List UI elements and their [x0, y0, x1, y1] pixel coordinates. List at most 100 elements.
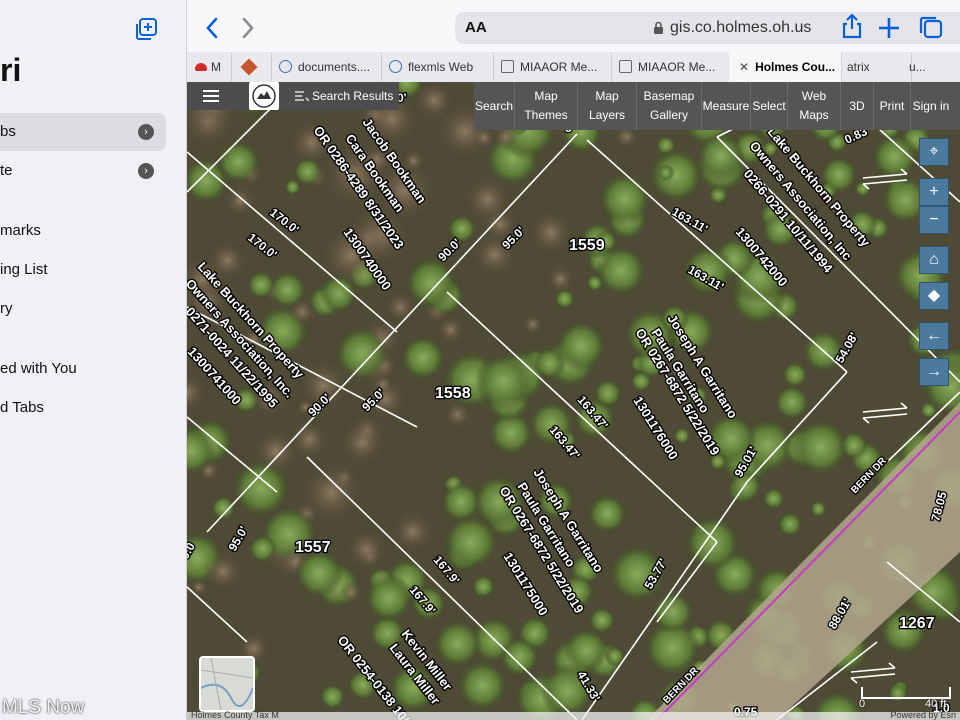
- share-icon[interactable]: [838, 12, 866, 40]
- parcel-number: 1557: [295, 539, 331, 556]
- tree-crown: [810, 500, 827, 517]
- print-button[interactable]: Print: [874, 82, 911, 130]
- tree-crown: [246, 270, 276, 300]
- sidebar-item-private[interactable]: te ›: [0, 152, 166, 190]
- sidebar-item-shared-with-you[interactable]: ed with You: [0, 350, 166, 388]
- sidebar-item-bookmarks[interactable]: marks: [0, 212, 166, 250]
- map-layers-button[interactable]: Map Layers: [578, 82, 637, 130]
- tree-crown: [216, 139, 261, 184]
- tree-crown: [456, 659, 509, 712]
- tree-crown: [444, 401, 471, 428]
- globe-icon: [279, 60, 292, 73]
- tree-crown: [400, 335, 446, 381]
- chevron-right-icon[interactable]: ›: [138, 124, 154, 140]
- sidebar-item-label: ed with You: [0, 360, 77, 377]
- tree-crown: [593, 379, 623, 408]
- back-icon[interactable]: [199, 14, 227, 42]
- tab-item[interactable]: MIAAOR Me...: [493, 52, 612, 82]
- tree-crown: [442, 514, 499, 571]
- gis-toolbar: Search Results Search Map Themes Map Lay…: [187, 82, 960, 130]
- sign-in-button[interactable]: Sign in: [911, 82, 951, 130]
- tree-crown: [248, 534, 277, 563]
- tree-crown: [319, 683, 346, 710]
- search-results-button[interactable]: Search Results: [312, 89, 393, 103]
- tab-item-active[interactable]: ✕ Holmes Cou...: [729, 52, 842, 82]
- select-button[interactable]: Select: [751, 82, 788, 130]
- text-size-button[interactable]: AA: [465, 19, 487, 36]
- map-themes-button[interactable]: Map Themes: [515, 82, 578, 130]
- previous-extent-button[interactable]: ←: [919, 322, 949, 350]
- tree-crown: [522, 314, 543, 335]
- home-icon[interactable]: ⌂: [919, 246, 949, 274]
- tab-item[interactable]: flexmls Web: [381, 52, 494, 82]
- sidebar-item-reading-list[interactable]: ing List: [0, 251, 166, 289]
- tree-crown: [404, 256, 458, 309]
- basemap-gallery-button[interactable]: Basemap Gallery: [637, 82, 702, 130]
- aerial-map-canvas[interactable]: Jacob BookmanCara BookmanOR 0286-4289 8/…: [187, 82, 960, 720]
- chevron-right-icon[interactable]: ›: [138, 163, 154, 179]
- search-button[interactable]: Search: [474, 82, 515, 130]
- compass-icon[interactable]: ◆: [919, 282, 949, 310]
- tab-item[interactable]: documents....: [271, 52, 382, 82]
- tree-crown: [762, 487, 785, 510]
- sidebar-item-label: d Tabs: [0, 399, 44, 416]
- next-extent-button[interactable]: →: [919, 358, 949, 386]
- zoom-in-button[interactable]: +: [919, 178, 949, 206]
- parcel-number: 1558: [435, 385, 471, 402]
- sidebar-item-history[interactable]: ry: [0, 290, 166, 328]
- tab-item[interactable]: atrix: [841, 52, 912, 82]
- tree-crown: [253, 429, 298, 474]
- new-tab-group-icon[interactable]: [136, 18, 158, 40]
- tree-crown: [684, 514, 741, 572]
- tree-crown: [696, 132, 745, 181]
- tab-overview-icon[interactable]: [917, 14, 945, 42]
- gis-map[interactable]: Jacob Bookman Cara Bookman OR 0286-4289 8/…: [187, 82, 960, 720]
- tree-crown: [657, 164, 675, 182]
- tree-crown: [393, 511, 433, 552]
- sidebar-item-label: marks: [0, 222, 41, 239]
- tree-crown: [598, 172, 652, 226]
- zoom-out-button[interactable]: −: [919, 206, 949, 234]
- site-icon: [619, 60, 632, 73]
- tree-crown: [554, 288, 575, 310]
- sidebar-item-label: te: [0, 162, 13, 179]
- tree-crown: [288, 298, 316, 326]
- tab-item[interactable]: MIAAOR Me...: [611, 52, 730, 82]
- list-icon: [295, 91, 309, 101]
- tree-crown: [210, 495, 236, 521]
- tree-crown: [651, 590, 694, 634]
- overview-map-thumbnail[interactable]: [199, 656, 255, 712]
- tree-crown: [555, 320, 607, 372]
- web-maps-button[interactable]: Web Maps: [788, 82, 841, 130]
- tab-item[interactable]: M: [187, 52, 232, 82]
- sidebar-item-icloud-tabs[interactable]: d Tabs: [0, 389, 166, 427]
- tree-crown: [364, 573, 414, 623]
- sidebar-item-label: bs: [0, 123, 16, 140]
- menu-icon[interactable]: [203, 90, 219, 102]
- seal-icon: [252, 84, 276, 108]
- tree-crown: [433, 619, 482, 668]
- tree-crown: [340, 581, 363, 604]
- sidebar-item-label: ing List: [0, 261, 48, 278]
- tab-item[interactable]: [231, 52, 272, 82]
- esri-attribution[interactable]: Powered by Esri: [890, 710, 956, 720]
- tree-crown: [437, 316, 465, 344]
- tree-crown: [587, 493, 628, 534]
- forward-icon[interactable]: [233, 14, 261, 42]
- gis-left-panel: Search Results: [187, 82, 399, 110]
- watermark: MLS Now: [2, 697, 85, 718]
- scale-end-label: 40 ft: [925, 698, 947, 710]
- locate-button[interactable]: ⌖: [919, 138, 949, 166]
- attribution-text: Holmes County Tax M: [191, 710, 279, 720]
- tab-item[interactable]: u...: [905, 52, 960, 82]
- new-tab-icon[interactable]: [875, 14, 903, 42]
- tree-crown: [340, 421, 384, 465]
- sidebar-item-tabs[interactable]: bs ›: [0, 113, 166, 151]
- measure-button[interactable]: Measure: [702, 82, 751, 130]
- tree-crown: [648, 147, 704, 204]
- 3d-button[interactable]: 3D: [841, 82, 874, 130]
- tree-crown: [204, 552, 242, 590]
- site-icon: [501, 60, 514, 73]
- gis-tools: Search Map Themes Map Layers Basemap Gal…: [474, 82, 960, 130]
- close-icon[interactable]: ✕: [739, 60, 749, 74]
